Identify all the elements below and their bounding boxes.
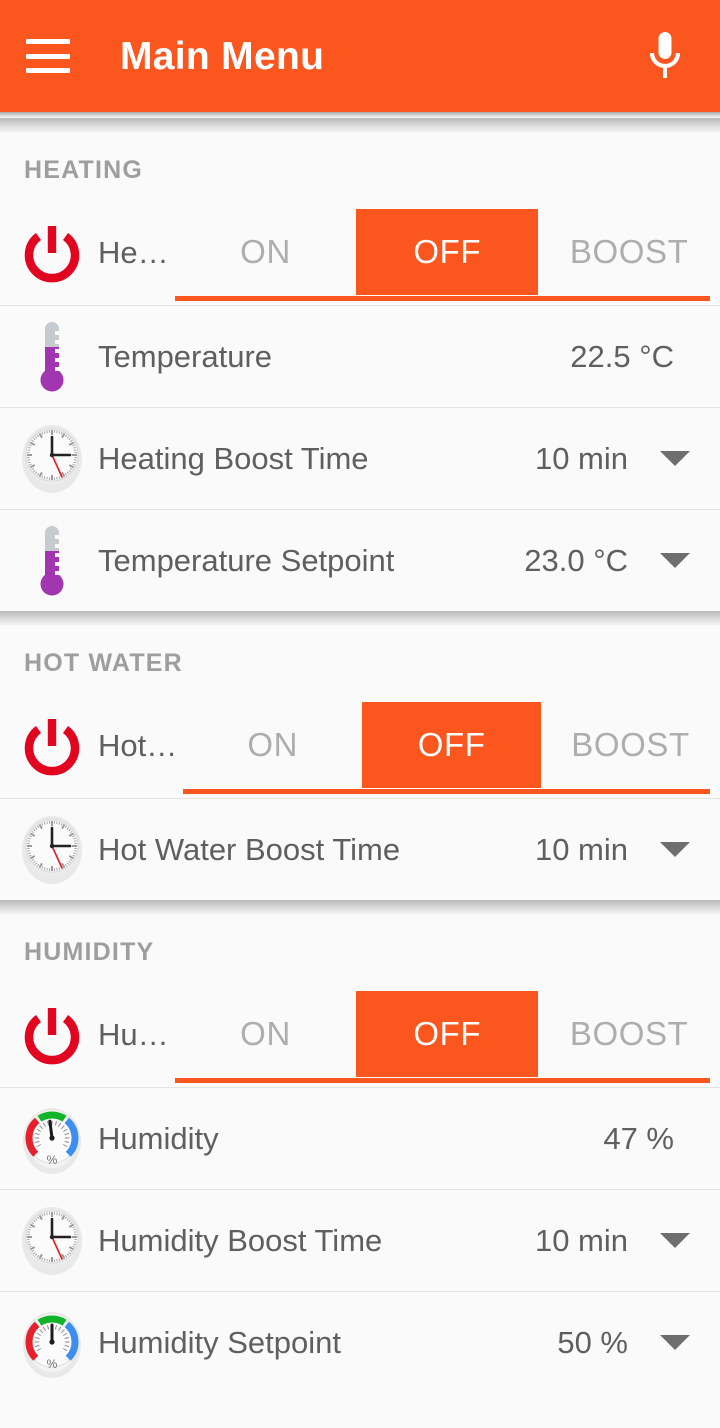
segmented-control-underline [183,789,710,794]
section: HEATING He… ON OFF BOOST Temperature 22.5 °C… [0,132,720,611]
mode-segmented-control: ON OFF BOOST [174,983,720,1087]
settings-row[interactable]: % Humidity Setpoint 50 % [0,1291,720,1393]
settings-row: % Humidity 47 % [0,1087,720,1189]
microphone-icon[interactable] [642,27,688,85]
power-icon[interactable] [16,221,88,285]
segment-off[interactable]: OFF [356,991,539,1077]
mode-segmented-control: ON OFF BOOST [183,694,720,798]
humidity-gauge-icon: % [16,1307,88,1379]
clock-icon [16,1205,88,1277]
settings-row-value[interactable]: 50 % [557,1325,628,1361]
app-bar: Main Menu [0,0,720,112]
settings-row[interactable]: Heating Boost Time 10 min [0,407,720,509]
segment-on[interactable]: ON [175,991,357,1077]
settings-row-label: Hot Water Boost Time [98,831,401,867]
power-icon[interactable] [16,1003,88,1067]
power-toggle-row: Hu… ON OFF BOOST [0,983,720,1087]
page-title: Main Menu [120,34,325,78]
section-separator [0,118,720,132]
section: HUMIDITY Hu… ON OFF BOOST % Humidity 47 % Hu… [0,914,720,1393]
segment-on[interactable]: ON [175,209,357,295]
chevron-down-icon[interactable] [660,1233,690,1248]
settings-row[interactable]: Temperature Setpoint 23.0 °C [0,509,720,611]
segmented-control-underline [174,1078,710,1083]
hamburger-menu-icon[interactable] [26,39,70,73]
hamburger-bar [26,68,70,73]
app-screen: Main Menu HEATING He… ON OFF BOOST Temperat… [0,0,720,1428]
settings-row-label: Humidity Setpoint [98,1324,341,1360]
settings-row-value: 47 % [603,1120,674,1156]
settings-row-value: 22.5 °C [570,338,674,374]
power-toggle-row: Hot… ON OFF BOOST [0,694,720,798]
settings-row-label: Humidity Boost Time [98,1222,383,1258]
mode-segmented-control: ON OFF BOOST [174,201,720,305]
chevron-down-icon[interactable] [660,451,690,466]
settings-row-value[interactable]: 10 min [535,441,628,477]
settings-row-label: Temperature Setpoint [98,542,395,578]
chevron-down-icon[interactable] [660,1335,690,1350]
settings-row: Temperature 22.5 °C [0,305,720,407]
segment-boost[interactable]: BOOST [541,702,720,788]
segment-off[interactable]: OFF [356,209,539,295]
settings-row[interactable]: Hot Water Boost Time 10 min [0,798,720,900]
power-toggle-row: He… ON OFF BOOST [0,201,720,305]
svg-text:%: % [47,1357,58,1371]
section-separator [0,900,720,914]
settings-row-label: Temperature [98,338,273,374]
hamburger-bar [26,39,70,44]
chevron-down-icon[interactable] [660,553,690,568]
settings-row-value[interactable]: 10 min [535,1223,628,1259]
power-toggle-label: Hot… [98,728,178,763]
chevron-down-icon[interactable] [660,842,690,857]
section-title: HOT WATER [24,649,183,677]
hamburger-bar [26,53,70,59]
section-separator [0,611,720,625]
settings-row-value[interactable]: 10 min [535,832,628,868]
settings-row-label: Heating Boost Time [98,440,369,476]
segment-off[interactable]: OFF [362,702,542,788]
clock-icon [16,423,88,495]
settings-row[interactable]: Humidity Boost Time 10 min [0,1189,720,1291]
section-title: HEATING [24,156,144,184]
svg-text:%: % [47,1153,58,1167]
segment-on[interactable]: ON [183,702,362,788]
thermometer-icon [16,318,88,396]
segment-boost[interactable]: BOOST [538,209,720,295]
power-icon[interactable] [16,714,88,778]
power-toggle-label: Hu… [98,1017,169,1052]
segment-boost[interactable]: BOOST [538,991,720,1077]
app-bar-shadow [0,112,720,118]
power-toggle-label: He… [98,235,169,270]
clock-icon [16,814,88,886]
settings-row-label: Humidity [98,1120,219,1156]
settings-list: HEATING He… ON OFF BOOST Temperature 22.5 °C… [0,118,720,1393]
section-title: HUMIDITY [24,938,155,966]
settings-row-value[interactable]: 23.0 °C [524,543,628,579]
humidity-gauge-icon: % [16,1103,88,1175]
section: HOT WATER Hot… ON OFF BOOST Hot Water Boost… [0,625,720,900]
segmented-control-underline [174,296,710,301]
thermometer-icon [16,522,88,600]
